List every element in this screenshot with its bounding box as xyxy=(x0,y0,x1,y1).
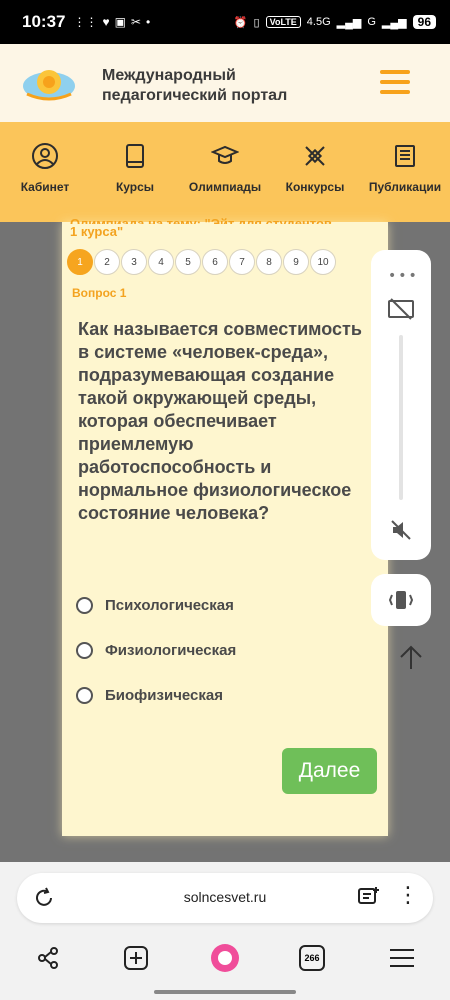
tabs-count-icon: 266 xyxy=(299,945,325,971)
status-right: ⏰ ▯ VoLTE 4.5G ▂▄▆ G ▂▄▆ 96 xyxy=(234,15,436,29)
scroll-up-arrow-icon[interactable] xyxy=(396,643,426,673)
page-button-8[interactable]: 8 xyxy=(256,249,282,275)
alarm-icon: ⏰ xyxy=(233,16,248,29)
vibrate-icon xyxy=(388,591,414,609)
notification-icons: ⋮⋮ ♥ ▣ ✂ • xyxy=(73,15,150,29)
page-button-10[interactable]: 10 xyxy=(310,249,336,275)
vibrate-toggle-button[interactable] xyxy=(371,574,431,626)
signal-icon-2: ▂▄▆ xyxy=(381,16,407,29)
site-title: Международный педагогический портал xyxy=(102,66,287,106)
volume-slider[interactable] xyxy=(399,335,403,500)
more-vertical-icon[interactable]: ⋮ xyxy=(397,883,419,908)
share-button[interactable] xyxy=(26,936,70,980)
quiz-subtitle-line1: Олимпиада на тему: "Эйт для студентов xyxy=(70,216,332,224)
dot-icon: • xyxy=(146,15,151,29)
plus-square-icon xyxy=(124,946,148,970)
more-dots-icon[interactable]: ••• xyxy=(388,268,419,284)
page-button-2[interactable]: 2 xyxy=(94,249,120,275)
answer-option-2[interactable]: Физиологическая xyxy=(76,642,236,659)
share-icon xyxy=(38,947,58,969)
answer-label: Физиологическая xyxy=(105,642,237,659)
graduation-cap-icon xyxy=(211,145,239,164)
page-button-3[interactable]: 3 xyxy=(121,249,147,275)
page-button-1[interactable]: 1 xyxy=(67,249,93,275)
nav-label: Олимпиады xyxy=(188,180,262,194)
book-icon xyxy=(126,144,144,168)
nav-item-publications[interactable]: Публикации xyxy=(360,122,450,222)
nav-item-contests[interactable]: Конкурсы xyxy=(270,122,360,222)
page-button-5[interactable]: 5 xyxy=(175,249,201,275)
answer-label: Биофизическая xyxy=(105,687,223,704)
screen-off-icon[interactable] xyxy=(387,298,415,322)
nav-item-cabinet[interactable]: Кабинет xyxy=(0,122,90,222)
network-45g-label: 4.5G xyxy=(306,16,331,28)
nav-label: Курсы xyxy=(115,180,155,194)
menu-hamburger-icon[interactable] xyxy=(380,70,410,96)
site-header: Международный педагогический портал xyxy=(0,44,450,122)
status-time: 10:37 xyxy=(22,12,66,31)
link-icon: ✂ xyxy=(130,15,142,29)
nav-item-olympiads[interactable]: Олимпиады xyxy=(180,122,270,222)
assistant-button[interactable] xyxy=(203,936,247,980)
next-button[interactable]: Далее xyxy=(282,748,377,794)
quiz-subtitle-line2: 1 курса" xyxy=(70,224,124,239)
page-button-4[interactable]: 4 xyxy=(148,249,174,275)
answer-option-1[interactable]: Психологическая xyxy=(76,597,234,614)
newspaper-icon xyxy=(395,145,415,167)
radio-button[interactable] xyxy=(76,687,93,704)
page-button-9[interactable]: 9 xyxy=(283,249,309,275)
app-icon: ▣ xyxy=(114,15,126,29)
nav-label: Конкурсы xyxy=(285,180,345,194)
quiz-card: Олимпиада на тему: "Эйт для студентов 1 … xyxy=(62,216,388,836)
volte-badge: VoLTE xyxy=(265,16,301,28)
answer-option-3[interactable]: Биофизическая xyxy=(76,687,223,704)
page-button-7[interactable]: 7 xyxy=(229,249,255,275)
floating-side-panel: ••• xyxy=(371,250,431,560)
question-text: Как называется совместимость в системе «… xyxy=(78,319,362,523)
site-title-line1: Международный xyxy=(102,67,236,84)
question-pager: 1 2 3 4 5 6 7 8 9 10 xyxy=(67,249,336,275)
nav-label: Кабинет xyxy=(20,180,70,194)
site-title-line2: педагогический портал xyxy=(102,87,288,104)
answer-label: Психологическая xyxy=(105,597,234,614)
network-g-label: G xyxy=(367,16,376,28)
signal-icon: ▂▄▆ xyxy=(336,16,362,29)
browser-bottom-nav: 266 xyxy=(0,936,450,980)
pen-tools-icon xyxy=(305,146,325,166)
user-circle-icon xyxy=(32,143,58,169)
radio-button[interactable] xyxy=(76,642,93,659)
page-button-6[interactable]: 6 xyxy=(202,249,228,275)
question-number: Вопрос 1 xyxy=(72,286,127,300)
sun-logo-icon[interactable] xyxy=(22,64,76,104)
address-bar[interactable]: solncesvet.ru ⋮ xyxy=(17,873,433,923)
signal-dots-icon: ⋮⋮ xyxy=(73,15,98,29)
status-bar: 10:37 ⋮⋮ ♥ ▣ ✂ • ⏰ ▯ VoLTE 4.5G ▂▄▆ G ▂▄… xyxy=(0,0,450,44)
menu-button[interactable] xyxy=(380,936,424,980)
new-tab-button[interactable] xyxy=(114,936,158,980)
tabs-button[interactable]: 266 xyxy=(290,936,334,980)
nav-item-courses[interactable]: Курсы xyxy=(90,122,180,222)
vibrate-icon: ▯ xyxy=(253,16,260,29)
home-indicator xyxy=(154,990,296,994)
hamburger-icon xyxy=(390,949,414,967)
mute-icon[interactable] xyxy=(389,518,413,542)
nav-label: Публикации xyxy=(368,180,442,194)
quiz-subtitle: Олимпиада на тему: "Эйт для студентов 1 … xyxy=(70,216,380,240)
tabs-count: 266 xyxy=(304,953,320,963)
radio-button[interactable] xyxy=(76,597,93,614)
battery-level: 96 xyxy=(412,15,436,29)
main-nav: Кабинет Курсы Олимпиады Конкурсы Публика… xyxy=(0,122,450,222)
alice-icon xyxy=(211,944,239,972)
add-note-icon[interactable] xyxy=(357,887,381,909)
heart-icon: ♥ xyxy=(102,15,110,29)
